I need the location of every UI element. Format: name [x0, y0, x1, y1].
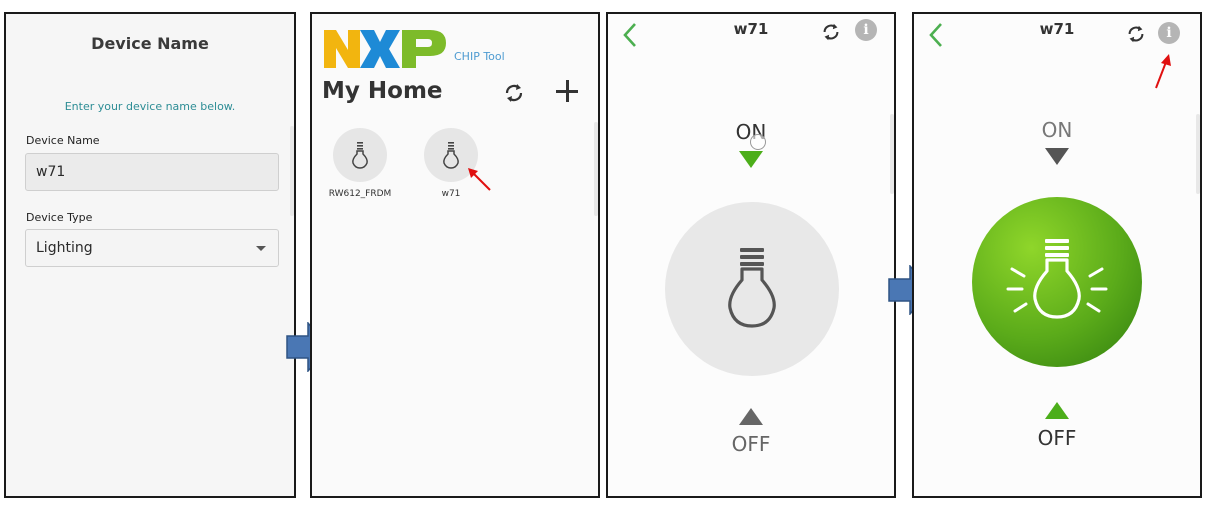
annotation-arrow-icon: [468, 168, 491, 191]
device-control-screen-on: w71 i ON OFF: [912, 12, 1202, 498]
device-title: w71: [733, 20, 769, 38]
on-button[interactable]: [739, 151, 763, 168]
scrollbar[interactable]: [594, 122, 598, 216]
scrollbar[interactable]: [890, 114, 894, 194]
page-title: My Home: [322, 78, 443, 104]
my-home-screen: CHIP Tool My Home RW612_FRDM w71: [310, 12, 600, 498]
light-toggle-button[interactable]: [972, 197, 1142, 367]
device-name-value: w71: [36, 164, 66, 180]
device-name-label: Device Name: [26, 134, 100, 147]
scrollbar[interactable]: [290, 126, 294, 216]
light-toggle-button[interactable]: [665, 202, 839, 376]
refresh-icon[interactable]: [820, 20, 842, 44]
device-type-value: Lighting: [36, 240, 93, 256]
refresh-icon[interactable]: [1125, 22, 1147, 46]
cursor-indicator: [750, 134, 766, 150]
device-tile-label: RW612_FRDM: [328, 189, 392, 199]
hint-text: Enter your device name below.: [64, 100, 236, 113]
off-label: OFF: [731, 432, 771, 456]
scrollbar[interactable]: [1196, 114, 1200, 194]
add-device-button[interactable]: [556, 80, 580, 104]
dropdown-caret-icon: [256, 246, 266, 251]
device-control-screen-off: w71 i ON OFF: [606, 12, 896, 498]
info-icon[interactable]: i: [1158, 22, 1180, 44]
on-button[interactable]: [1045, 148, 1069, 165]
page-title: Device Name: [91, 34, 209, 53]
device-name-screen: Device Name Enter your device name below…: [4, 12, 296, 498]
on-label: ON: [1041, 118, 1073, 142]
bulb-lit-icon: [1006, 239, 1108, 319]
off-label: OFF: [1037, 426, 1077, 450]
nxp-logo: [324, 30, 446, 68]
device-type-select[interactable]: Lighting: [25, 229, 279, 267]
bulb-icon: [728, 248, 776, 328]
refresh-icon[interactable]: [502, 81, 526, 105]
device-name-field[interactable]: w71: [25, 153, 279, 191]
brand-subtitle: CHIP Tool: [454, 50, 505, 63]
info-icon[interactable]: i: [855, 19, 877, 41]
device-tile[interactable]: RW612_FRDM: [320, 128, 400, 199]
device-type-label: Device Type: [26, 211, 93, 224]
off-button[interactable]: [1045, 402, 1069, 419]
annotation-arrow-icon: [1155, 54, 1171, 89]
bulb-icon: [333, 128, 387, 182]
device-title: w71: [1039, 20, 1075, 38]
off-button[interactable]: [739, 408, 763, 425]
